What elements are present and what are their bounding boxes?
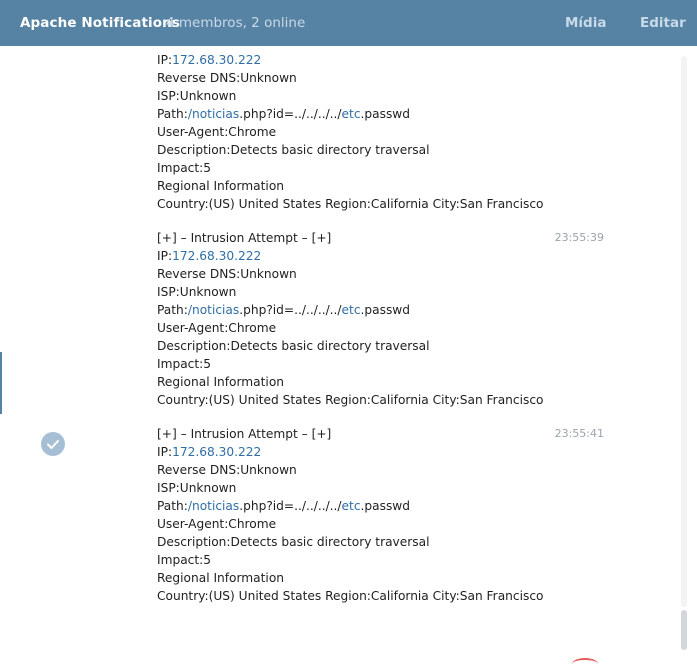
description-line: Description:Detects basic directory trav… (157, 143, 430, 157)
regional-line: Regional Information (157, 571, 284, 585)
path-link[interactable]: /noticias (188, 499, 239, 513)
ip-line: IP:172.68.30.222 (157, 53, 262, 67)
country-line: Country:(US) United States Region:Califo… (157, 393, 544, 407)
ip-link[interactable]: 172.68.30.222 (172, 445, 261, 459)
scrollbar-track[interactable] (681, 56, 687, 607)
message[interactable]: 23:55:39 [+] – Intrusion Attempt – [+] I… (157, 229, 677, 409)
check-circle-icon[interactable] (41, 432, 65, 456)
isp-line: ISP:Unknown (157, 481, 237, 495)
chat-header: Apache Notifications 4 membros, 2 online… (0, 0, 697, 46)
description-line: Description:Detects basic directory trav… (157, 339, 430, 353)
country-line: Country:(US) United States Region:Califo… (157, 197, 544, 211)
regional-line: Regional Information (157, 179, 284, 193)
path-line: Path:/noticias.php?id=../../../../etc.pa… (157, 303, 411, 317)
impact-line: Impact:5 (157, 553, 212, 567)
path-line: Path:/noticias.php?id=../../../../etc.pa… (157, 499, 411, 513)
message-list[interactable]: IP:172.68.30.222 Reverse DNS:Unknown ISP… (0, 46, 697, 663)
impact-line: Impact:5 (157, 357, 212, 371)
partial-red-element (572, 658, 598, 670)
path-link[interactable]: /noticias (188, 107, 239, 121)
path-link[interactable]: etc (342, 107, 361, 121)
user-agent-line: User-Agent:Chrome (157, 125, 277, 139)
edit-button[interactable]: Editar (640, 15, 686, 31)
path-link[interactable]: /noticias (188, 303, 239, 317)
path-link[interactable]: etc (342, 499, 361, 513)
isp-line: ISP:Unknown (157, 89, 237, 103)
description-line: Description:Detects basic directory trav… (157, 535, 430, 549)
isp-line: ISP:Unknown (157, 285, 237, 299)
ip-line: IP:172.68.30.222 (157, 445, 262, 459)
selection-accent (0, 352, 2, 414)
message[interactable]: 23:55:41 [+] – Intrusion Attempt – [+] I… (157, 425, 677, 605)
chat-members-status[interactable]: 4 membros, 2 online (166, 15, 305, 31)
user-agent-line: User-Agent:Chrome (157, 517, 277, 531)
reverse-dns-line: Reverse DNS:Unknown (157, 267, 297, 281)
ip-link[interactable]: 172.68.30.222 (172, 249, 261, 263)
message-time: 23:55:39 (554, 231, 604, 244)
message[interactable]: IP:172.68.30.222 Reverse DNS:Unknown ISP… (157, 51, 677, 213)
path-link[interactable]: etc (342, 303, 361, 317)
scrollbar-thumb[interactable] (681, 610, 687, 650)
chat-title[interactable]: Apache Notifications (20, 15, 180, 31)
regional-line: Regional Information (157, 375, 284, 389)
message-time: 23:55:41 (554, 427, 604, 440)
reverse-dns-line: Reverse DNS:Unknown (157, 71, 297, 85)
ip-link[interactable]: 172.68.30.222 (172, 53, 261, 67)
user-agent-line: User-Agent:Chrome (157, 321, 277, 335)
reverse-dns-line: Reverse DNS:Unknown (157, 463, 297, 477)
country-line: Country:(US) United States Region:Califo… (157, 589, 544, 603)
media-button[interactable]: Mídia (565, 15, 606, 31)
impact-line: Impact:5 (157, 161, 212, 175)
path-line: Path:/noticias.php?id=../../../../etc.pa… (157, 107, 411, 121)
ip-line: IP:172.68.30.222 (157, 249, 262, 263)
